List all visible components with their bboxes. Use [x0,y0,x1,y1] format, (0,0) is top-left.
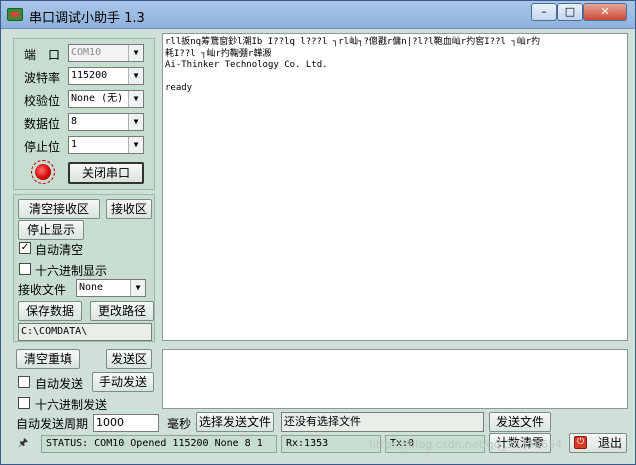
save-data-button[interactable]: 保存数据 [18,301,82,321]
send-area-button[interactable]: 发送区 [106,349,152,369]
hex-display-label: 十六进制显示 [35,264,108,278]
app-window: 串口调试小助手 1.3 – □ ✕ 端 口 COM10 ▼ 波特率 115200… [0,0,636,465]
clear-receive-button[interactable]: 清空接收区 [18,199,100,219]
chevron-down-icon: ▼ [130,280,145,296]
watermark-text: https://blog.csdn.net/qq_35350654 [369,438,563,451]
hex-send-checkbox[interactable] [18,397,30,409]
baud-select[interactable]: 115200 ▼ [68,67,144,85]
auto-send-label: 自动发送 [35,377,84,391]
hex-send-label: 十六进制发送 [35,398,108,412]
exit-label: 退出 [598,436,623,450]
exit-icon: ⏻ [574,436,587,449]
ms-unit-label: 毫秒 [167,417,192,431]
manual-send-button[interactable]: 手动发送 [92,372,154,392]
stop-display-button[interactable]: 停止显示 [18,220,84,240]
receive-controls-panel: 清空接收区 接收区 停止显示 ✓ 自动清空 十六进制显示 接收文件 None ▼… [13,194,155,342]
auto-send-checkbox[interactable] [18,376,30,388]
app-icon [7,8,23,21]
change-path-button[interactable]: 更改路径 [90,301,154,321]
maximize-button[interactable]: □ [557,3,583,21]
receive-file-select[interactable]: None ▼ [76,279,146,297]
baud-label: 波特率 [24,71,61,85]
minimize-button[interactable]: – [531,3,557,21]
stopbits-select[interactable]: 1 ▼ [68,136,144,154]
auto-clear-checkbox[interactable]: ✓ [19,242,31,254]
close-button[interactable]: ✕ [583,3,627,21]
chevron-down-icon: ▼ [128,114,143,130]
window-title: 串口调试小助手 1.3 [29,11,145,26]
select-send-file-button[interactable]: 选择发送文件 [196,412,274,432]
chevron-down-icon: ▼ [128,137,143,153]
databits-label: 数据位 [24,117,61,131]
save-path-field: C:\COMDATA\ [18,323,152,341]
parity-select[interactable]: None (无) ▼ [68,90,144,108]
close-port-button[interactable]: 关闭串口 [68,162,144,184]
pin-icon[interactable]: 🖈 [18,437,34,449]
databits-value: 8 [71,116,78,127]
send-file-status-field: 还没有选择文件 [281,412,484,432]
receive-area-button[interactable]: 接收区 [106,199,152,219]
rx-counter: Rx:1353 [281,435,381,453]
receive-file-value: None [79,282,104,293]
hex-display-checkbox[interactable] [19,263,31,275]
chevron-down-icon: ▼ [128,45,143,61]
chevron-down-icon: ▼ [128,91,143,107]
stopbits-value: 1 [71,139,78,150]
port-label: 端 口 [24,48,61,62]
send-textarea[interactable] [162,349,628,409]
baud-value: 115200 [71,70,108,81]
parity-label: 校验位 [24,94,61,108]
port-status-led-icon [31,160,55,184]
port-value: COM10 [71,47,102,58]
send-period-input[interactable]: 1000 [93,414,159,432]
send-period-label: 自动发送周期 [16,417,89,431]
status-text: STATUS: COM10 Opened 115200 None 8 1 [41,435,277,453]
auto-clear-label: 自动清空 [35,243,84,257]
parity-value: None (无) [71,93,124,104]
title-bar: 串口调试小助手 1.3 – □ ✕ [1,1,635,29]
clear-send-button[interactable]: 清空重填 [16,349,80,369]
databits-select[interactable]: 8 ▼ [68,113,144,131]
receive-file-label: 接收文件 [18,283,67,297]
exit-button[interactable]: ⏻ 退出 [569,433,627,453]
port-select[interactable]: COM10 ▼ [68,44,144,62]
send-file-button[interactable]: 发送文件 [489,412,551,432]
chevron-down-icon: ▼ [128,68,143,84]
receive-textarea[interactable]: rll扳nq筹鵞窗鈔l潮Ib I??lq l???l ┐rl屾┐?傯戳r傭n|?… [162,33,628,341]
stopbits-label: 停止位 [24,140,61,154]
